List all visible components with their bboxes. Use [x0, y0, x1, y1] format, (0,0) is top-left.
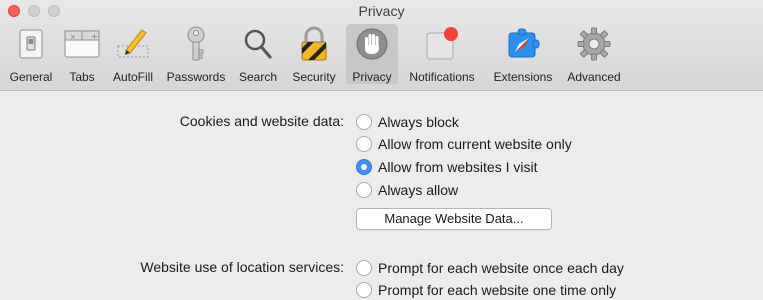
- radio-button-selected[interactable]: [356, 159, 372, 175]
- location-option-once-each-day[interactable]: Prompt for each website once each day: [356, 258, 624, 278]
- tab-notifications[interactable]: Notifications: [402, 24, 482, 84]
- tab-autofill[interactable]: AutoFill: [106, 24, 160, 84]
- tab-label: Privacy: [352, 70, 392, 84]
- radio-button[interactable]: [356, 182, 372, 198]
- tab-tabs[interactable]: × + Tabs: [60, 24, 104, 84]
- tab-label: Search: [238, 70, 278, 84]
- cookies-option-websites-visited[interactable]: Allow from websites I visit: [356, 157, 537, 177]
- tab-label: AutoFill: [112, 70, 153, 84]
- pencil-form-icon: [114, 24, 152, 63]
- location-option-one-time-only[interactable]: Prompt for each website one time only: [356, 280, 616, 300]
- tab-general[interactable]: General: [4, 24, 58, 84]
- cookies-option-current-website[interactable]: Allow from current website only: [356, 134, 572, 154]
- tab-privacy[interactable]: Privacy: [346, 24, 398, 84]
- puzzle-compass-icon: [504, 24, 542, 63]
- hand-icon: [353, 24, 391, 63]
- cookies-option-always-block[interactable]: Always block: [356, 112, 459, 132]
- tab-advanced[interactable]: Advanced: [562, 24, 626, 84]
- radio-label: Prompt for each website once each day: [378, 260, 624, 276]
- tab-label: Advanced: [567, 70, 621, 84]
- svg-text:×: ×: [70, 33, 76, 41]
- radio-label: Always block: [378, 114, 459, 130]
- tab-label: Passwords: [166, 70, 226, 84]
- location-services-label: Website use of location services:: [140, 259, 344, 275]
- tab-label: Notifications: [409, 70, 475, 84]
- svg-text:+: +: [91, 32, 98, 41]
- tab-label: Security: [292, 70, 336, 84]
- radio-label: Prompt for each website one time only: [378, 282, 617, 298]
- tab-label: Tabs: [69, 70, 95, 84]
- tab-security[interactable]: Security: [286, 24, 342, 84]
- radio-button[interactable]: [356, 282, 372, 298]
- key-icon: [177, 24, 215, 63]
- notification-badge-icon: [423, 24, 461, 63]
- window-title: Privacy: [358, 3, 405, 19]
- gear-icon: [575, 24, 613, 63]
- manage-website-data-button[interactable]: Manage Website Data...: [356, 208, 552, 230]
- cookies-label: Cookies and website data:: [179, 113, 344, 129]
- tab-label: Extensions: [493, 70, 553, 84]
- tab-passwords[interactable]: Passwords: [162, 24, 230, 84]
- radio-label: Allow from current website only: [378, 136, 572, 152]
- preferences-toolbar: Privacy General × + Tabs AutoFill Passwo…: [0, 0, 763, 91]
- tab-search[interactable]: Search: [234, 24, 282, 84]
- radio-label: Allow from websites I visit: [378, 159, 538, 175]
- radio-button[interactable]: [356, 114, 372, 130]
- tab-extensions[interactable]: Extensions: [486, 24, 560, 84]
- tab-label: General: [9, 70, 53, 84]
- lock-icon: [295, 24, 333, 63]
- radio-label: Always allow: [378, 182, 459, 198]
- general-switch-icon: [12, 24, 50, 63]
- radio-button[interactable]: [356, 136, 372, 152]
- tabs-icon: × +: [63, 24, 101, 63]
- radio-button[interactable]: [356, 260, 372, 276]
- cookies-option-always-allow[interactable]: Always allow: [356, 180, 458, 200]
- search-icon: [239, 24, 277, 63]
